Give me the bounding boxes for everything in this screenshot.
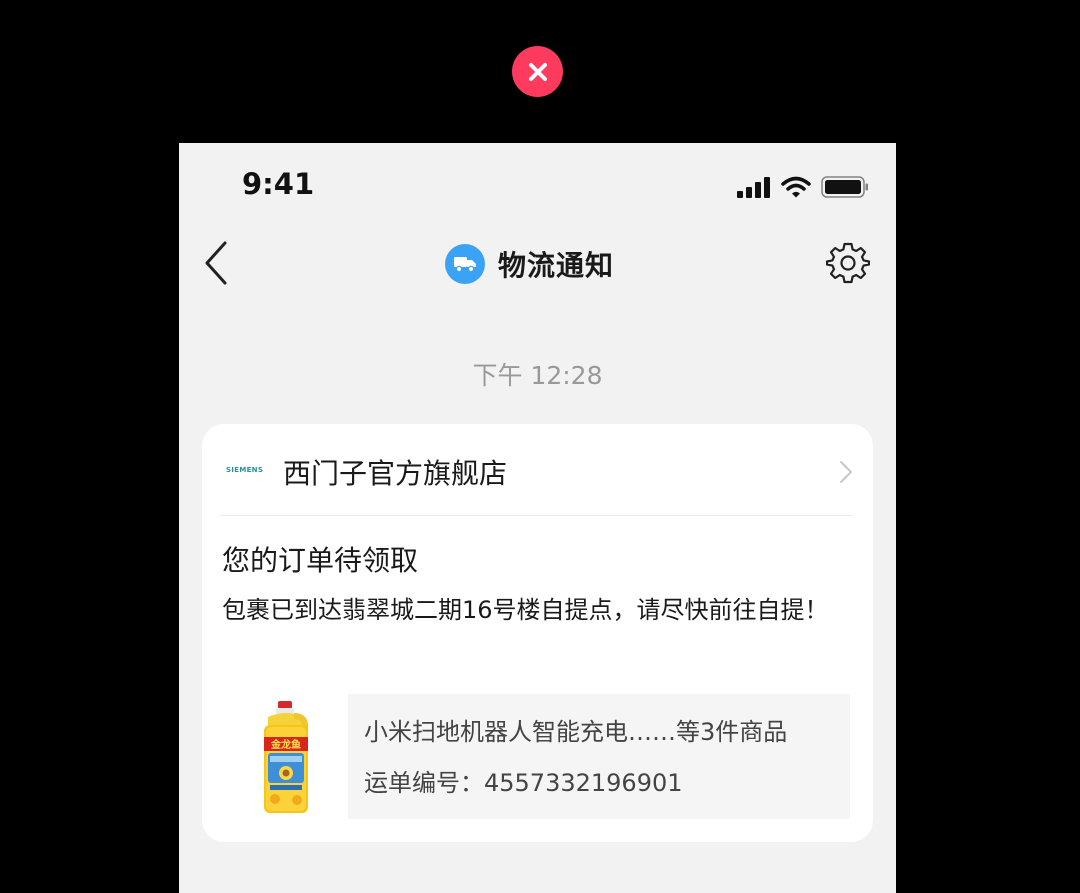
divider — [220, 515, 853, 516]
close-icon — [528, 62, 547, 81]
gear-icon[interactable] — [826, 241, 870, 285]
store-logo: SIEMENS — [226, 466, 264, 474]
chevron-right-icon — [840, 461, 852, 483]
close-button[interactable] — [512, 46, 563, 97]
store-row[interactable]: SIEMENS 西门子官方旗舰店 — [202, 424, 873, 516]
nav-header: 物流通知 — [445, 244, 614, 284]
product-info[interactable]: 小米扫地机器人智能充电……等3件商品 运单编号：4557332196901 — [348, 694, 850, 819]
order-status-title: 您的订单待领取 — [222, 544, 419, 577]
product-summary: 小米扫地机器人智能充电……等3件商品 — [364, 718, 788, 746]
truck-badge — [445, 244, 485, 284]
wifi-icon — [781, 176, 811, 198]
signal-icon — [737, 176, 770, 198]
message-timestamp: 下午 12:28 — [472, 361, 603, 390]
status-icons — [737, 176, 869, 198]
status-time: 9:41 — [242, 167, 315, 201]
phone-screen: 9:41 物流通知 下午 12:28 SIEMENS 西门子官方旗舰店 您的订单… — [179, 143, 896, 893]
logistics-card[interactable]: SIEMENS 西门子官方旗舰店 您的订单待领取 包裹已到达翡翠城二期16号楼自… — [202, 424, 873, 842]
battery-icon — [821, 176, 868, 198]
tracking-number: 运单编号：4557332196901 — [364, 769, 683, 797]
order-description: 包裹已到达翡翠城二期16号楼自提点，请尽快前往自提！ — [222, 596, 829, 624]
truck-icon — [454, 257, 476, 273]
store-name: 西门子官方旗舰店 — [283, 457, 508, 490]
chevron-left-icon — [205, 241, 227, 285]
bottle-brand-label: 金龙鱼 — [270, 738, 301, 751]
page-title: 物流通知 — [498, 249, 615, 282]
back-button[interactable] — [199, 240, 233, 286]
oil-bottle-image: 金龙鱼 — [264, 701, 309, 813]
